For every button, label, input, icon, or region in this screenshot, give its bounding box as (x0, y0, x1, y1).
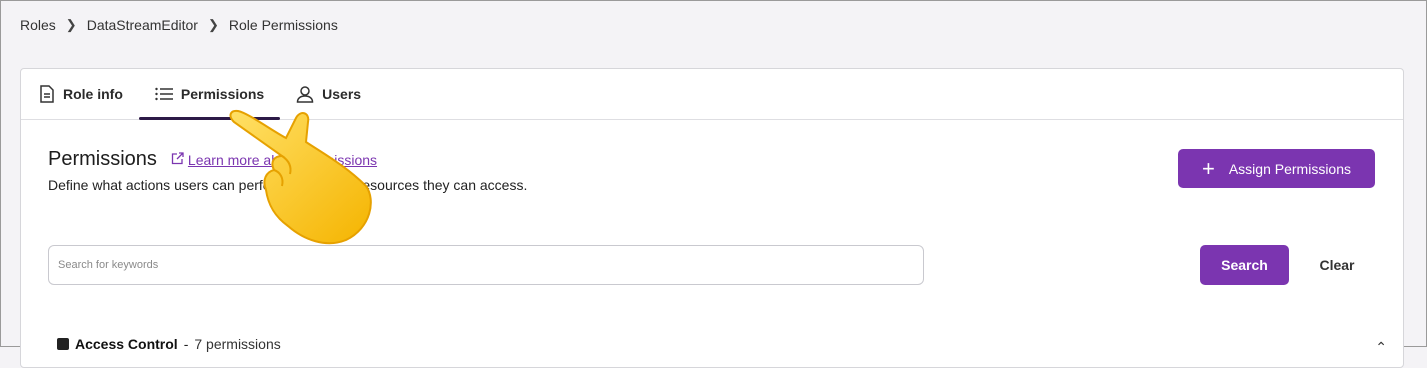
user-icon (296, 85, 314, 103)
breadcrumb-chevron-icon: ❯ (65, 17, 77, 32)
clear-button[interactable]: Clear (1305, 245, 1369, 285)
group-name: Access Control (75, 336, 178, 352)
tab-label: Role info (63, 86, 123, 102)
document-icon (39, 85, 55, 103)
group-separator: - (183, 336, 189, 352)
breadcrumb-item-role[interactable]: DataStreamEditor (87, 17, 198, 33)
list-icon (155, 87, 173, 101)
breadcrumb-chevron-icon: ❯ (207, 17, 219, 32)
group-icon (57, 338, 69, 350)
tab-label: Users (322, 86, 362, 102)
tab-label: Permissions (180, 86, 265, 102)
breadcrumb-item-current: Role Permissions (228, 17, 338, 33)
breadcrumb: Roles ❯ DataStreamEditor ❯ Role Permissi… (20, 17, 338, 33)
breadcrumb-item-roles[interactable]: Roles (20, 17, 56, 33)
tab-role-info[interactable]: Role info (23, 69, 139, 119)
pointing-hand-icon (229, 109, 372, 245)
chevron-up-icon[interactable]: ⌃ (1375, 339, 1387, 356)
plus-icon: + (1201, 155, 1215, 181)
assign-permissions-button[interactable]: + Assign Permissions (1178, 149, 1375, 188)
assign-permissions-label: Assign Permissions (1228, 160, 1351, 177)
search-input[interactable] (48, 245, 924, 285)
permission-group-header[interactable]: Access Control - 7 permissions (57, 336, 281, 352)
page-title: Permissions (48, 148, 157, 170)
group-count: 7 permissions (194, 336, 281, 352)
external-link-icon (171, 152, 184, 168)
search-button[interactable]: Search (1200, 245, 1289, 285)
